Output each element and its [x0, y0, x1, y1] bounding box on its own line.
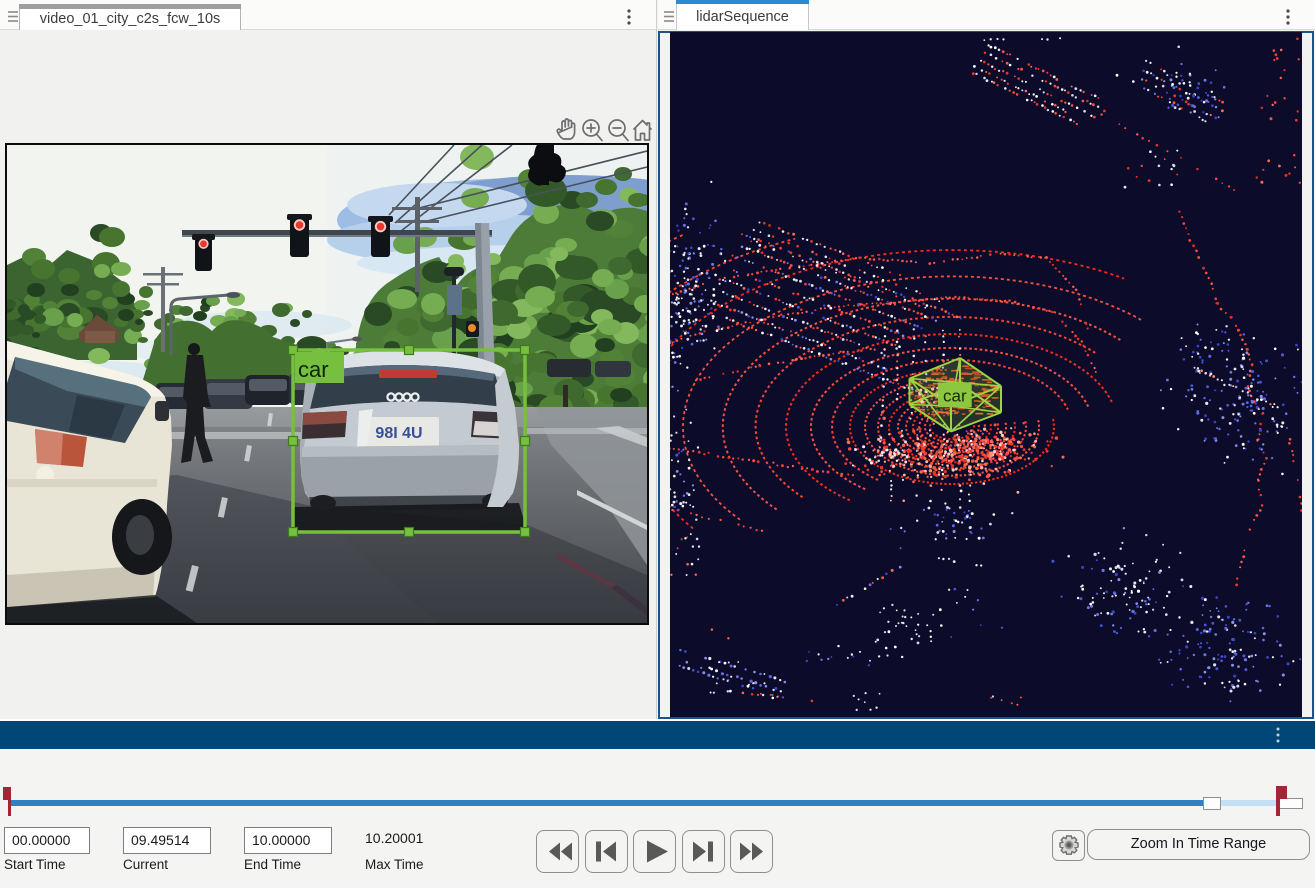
svg-text:car: car	[298, 357, 329, 382]
svg-text:car: car	[943, 387, 967, 406]
svg-text:98I 4U: 98I 4U	[375, 425, 422, 442]
